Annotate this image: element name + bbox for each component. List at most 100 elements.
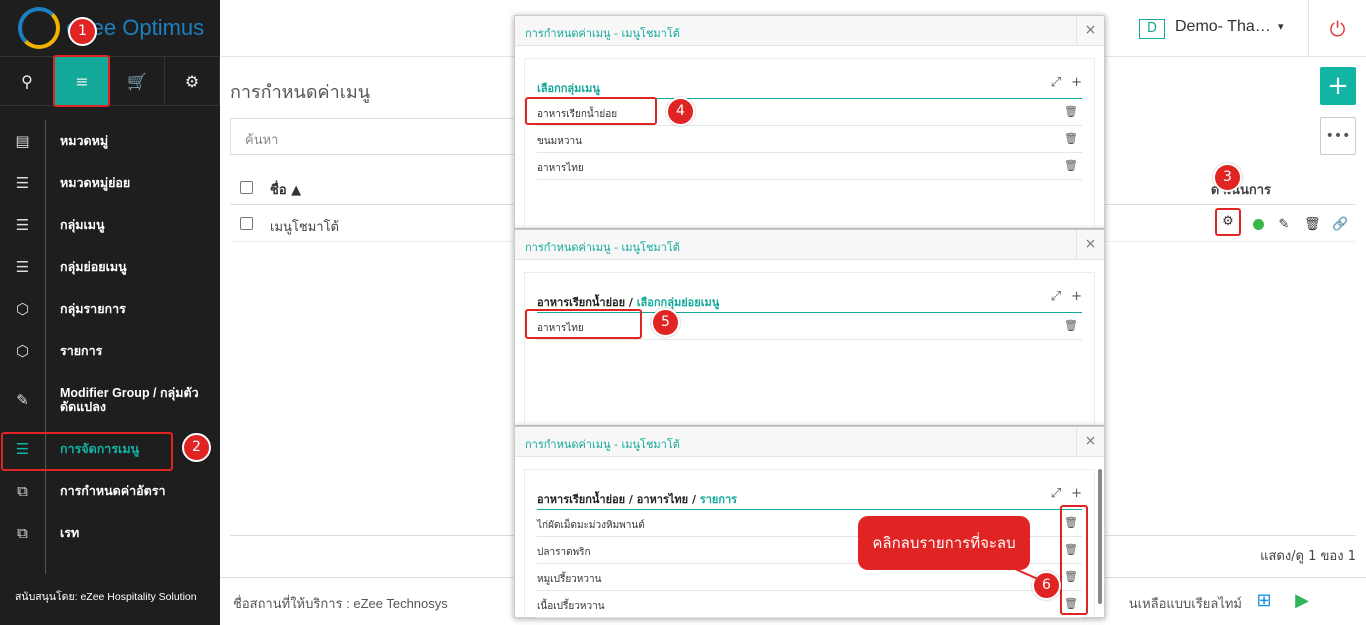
step-badge: 1 [68,17,97,46]
power-icon[interactable]: ⏻ [1308,0,1366,57]
sidebar-item-modifier-group[interactable]: ✎ Modifier Group / กลุ่มตัวดัดแปลง [0,372,220,428]
sidebar-top-icons: ⚲ ≡ 🛒 ⚙ [0,57,220,106]
breadcrumb-path: อาหารเรียกน้ำย่อย / อาหารไทย / [537,493,696,506]
panel-breadcrumb: เลือกกลุ่มเมนู [537,79,600,97]
breadcrumb-current: เลือกกลุ่มเมนู [537,82,600,95]
sidebar-item-items[interactable]: ⬡ รายการ [0,330,220,372]
callout-bubble: คลิกลบรายการที่จะลบ [858,516,1030,570]
add-icon[interactable]: + [1071,289,1082,304]
close-icon[interactable]: × [1076,427,1104,457]
sidebar-item-label: หมวดหมู่ย่อย [60,176,131,190]
list-item[interactable]: อาหารไทย 🗑 [537,153,1082,180]
windows-icon[interactable]: ⊞ [1252,588,1276,614]
sidebar-item-category[interactable]: ▤ หมวดหมู่ [0,120,220,162]
link-icon[interactable]: 🔗 [1332,217,1348,232]
sidebar-menu: ▤ หมวดหมู่ ☰ หมวดหมู่ย่อย ☰ กลุ่มเมนู ☰ กลุ่… [0,120,220,574]
breadcrumb-current: เลือกกลุ่มย่อยเมนู [636,296,720,309]
trash-icon[interactable]: 🗑 [1304,217,1321,232]
cart-icon[interactable]: 🛒 [110,57,165,106]
settings-gear-icon[interactable]: ⚙ [1215,208,1241,236]
select-all-checkbox[interactable] [240,181,253,194]
footer-realtime-text: นเหลือแบบเรียลไทม์ [1128,597,1242,612]
sidebar-item-menu-subgroup[interactable]: ☰ กลุ่มย่อยเมนู [0,246,220,288]
list-item-label: เนื้อเปรี้ยวหวาน [537,601,605,612]
trash-icon[interactable]: 🗑 [1064,319,1078,332]
list-icon: ☰ [15,216,30,234]
sidebar-item-subcategory[interactable]: ☰ หมวดหมู่ย่อย [0,162,220,204]
sidebar-item-label: กลุ่มย่อยเมนู [60,260,127,274]
list-item-label: อาหารไทย [537,163,584,174]
copy-icon: ⧉ [17,482,28,500]
add-button[interactable]: + [1320,67,1356,105]
scrollbar[interactable] [1098,469,1102,604]
row-name: เมนูโชมาโต้ [270,220,339,235]
list-item-label: หมูเปรี้ยวหวาน [537,574,602,585]
close-icon[interactable]: × [1076,230,1104,260]
box-icon: ⬡ [15,300,30,318]
logo-mark-icon [18,7,60,49]
sidebar-item-label: หมวดหมู่ [60,134,109,148]
dialog-header: การกำหนดค่าเมนู - เมนูโชมาโต้ × [515,427,1104,457]
add-icon[interactable]: + [1071,75,1082,90]
sidebar-item-label: กลุ่มเมนู [60,218,105,232]
sidebar-item-rate[interactable]: ⧉ เรท [0,512,220,554]
dialog-title: การกำหนดค่าเมนู - เมนูโชมาโต้ [525,27,680,40]
panel-header: อาหารเรียกน้ำย่อย / เลือกกลุ่มย่อยเมนู ⤢… [537,273,1082,313]
sidebar-item-rate-config[interactable]: ⧉ การกำหนดค่าอัตรา [0,470,220,512]
footer-outlet-name: ชื่อสถานที่ให้บริการ : eZee Technosys [233,596,448,611]
dialog-title: การกำหนดค่าเมนู - เมนูโชมาโต้ [525,241,680,254]
list-item[interactable]: ขนมหวาน 🗑 [537,126,1082,153]
row-checkbox[interactable] [240,217,253,230]
sort-icon[interactable]: ⤢ [1051,75,1061,90]
store-icons: ⊞ ▶ [1252,588,1352,614]
step-badge: 3 [1213,163,1242,192]
trash-icon[interactable]: 🗑 [1064,159,1078,172]
row-actions: ⚙ ✎ 🗑 🔗 [1215,208,1348,236]
column-header-name[interactable]: ชื่อ ▲ [270,179,301,200]
add-icon[interactable]: + [1071,486,1082,501]
edit-icon[interactable]: ✎ [1276,217,1292,232]
highlight-box [53,55,110,107]
close-icon[interactable]: × [1076,16,1104,46]
trash-icon[interactable]: 🗑 [1064,105,1078,118]
status-dot[interactable] [1253,219,1264,230]
panel-tools: ⤢ + [1051,289,1082,304]
box-icon: ⬡ [15,342,30,360]
property-selector[interactable]: Demo- Tha… [1175,18,1271,36]
category-icon: ▤ [15,132,30,150]
logo: eZee Optimus [0,0,220,57]
chevron-down-icon[interactable]: ▾ [1278,20,1284,33]
user-icon[interactable]: ⚲ [0,57,55,106]
sidebar-item-item-group[interactable]: ⬡ กลุ่มรายการ [0,288,220,330]
panel-breadcrumb: อาหารเรียกน้ำย่อย / อาหารไทย / รายการ [537,490,737,508]
sidebar-item-label: กลุ่มรายการ [60,302,126,316]
google-play-icon[interactable]: ▶ [1290,588,1314,614]
sidebar-item-label: เรท [60,526,80,540]
sidebar-item-menu-group[interactable]: ☰ กลุ่มเมนู [0,204,220,246]
sidebar: eZee Optimus ⚲ ≡ 🛒 ⚙ ▤ หมวดหมู่ ☰ หมวดหมู่… [0,0,220,625]
panel-header: เลือกกลุ่มเมนู ⤢ + [537,59,1082,99]
sort-icon[interactable]: ⤢ [1051,289,1061,304]
step-badge: 4 [666,97,695,126]
highlight-box [1060,505,1088,615]
more-button[interactable]: ••• [1320,117,1356,155]
highlight-box [525,309,642,339]
step-badge: 5 [651,308,680,337]
gear-icon[interactable]: ⚙ [165,57,220,106]
trash-icon[interactable]: 🗑 [1064,132,1078,145]
dialog-header: การกำหนดค่าเมนู - เมนูโชมาโต้ × [515,16,1104,46]
list-item[interactable]: เนื้อเปรี้ยวหวาน 🗑 [537,591,1082,618]
page-title: การกำหนดค่าเมนู [230,82,371,102]
apple-icon[interactable] [1328,588,1352,614]
list-item-label: ไก่ผัดเม็ดมะม่วงหิมพานต์ [537,520,645,531]
copy-icon: ⧉ [17,524,28,542]
list-item-label: ขนมหวาน [537,136,582,147]
step-badge: 2 [182,433,211,462]
sidebar-item-label: รายการ [60,344,103,358]
panel-tools: ⤢ + [1051,486,1082,501]
panel-header: อาหารเรียกน้ำย่อย / อาหารไทย / รายการ ⤢ + [537,470,1082,510]
dialog-panel: อาหารเรียกน้ำย่อย / เลือกกลุ่มย่อยเมนู ⤢… [524,272,1095,425]
search-input[interactable]: ค้นหา [230,118,530,155]
sort-icon[interactable]: ⤢ [1051,486,1061,501]
property-initial[interactable]: D [1139,19,1165,39]
